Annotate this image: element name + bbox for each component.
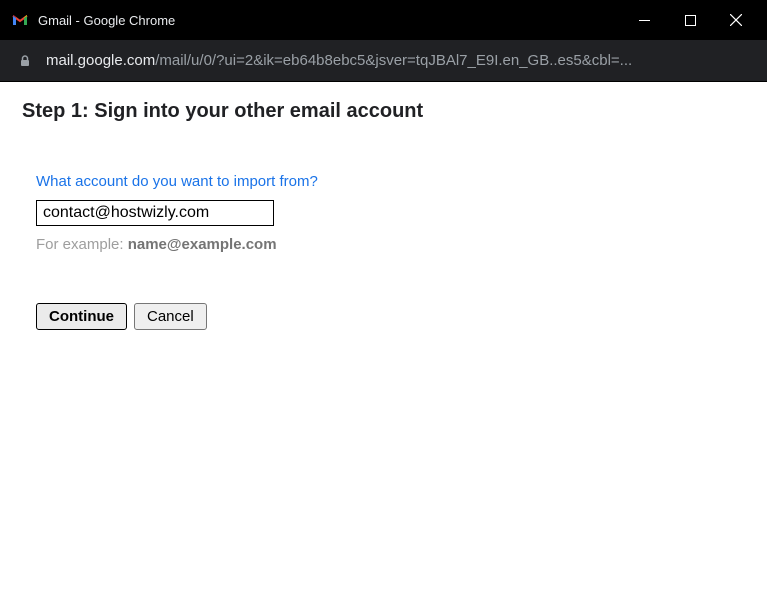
window-titlebar: Gmail - Google Chrome	[0, 0, 767, 40]
cancel-button[interactable]: Cancel	[134, 303, 207, 330]
window-title: Gmail - Google Chrome	[38, 13, 621, 28]
close-button[interactable]	[713, 0, 759, 40]
minimize-button[interactable]	[621, 0, 667, 40]
window-controls	[621, 0, 759, 40]
email-field[interactable]	[36, 200, 274, 226]
page-title: Step 1: Sign into your other email accou…	[22, 100, 745, 123]
gmail-icon	[12, 12, 28, 28]
lock-icon	[18, 54, 32, 68]
url-path: /mail/u/0/?ui=2&ik=eb64b8ebc5&jsver=tqJB…	[155, 52, 632, 69]
button-row: Continue Cancel	[36, 303, 745, 330]
url-host: mail.google.com	[46, 52, 155, 69]
address-bar[interactable]: mail.google.com/mail/u/0/?ui=2&ik=eb64b8…	[0, 40, 767, 82]
import-prompt: What account do you want to import from?	[36, 173, 745, 190]
maximize-button[interactable]	[667, 0, 713, 40]
continue-button[interactable]: Continue	[36, 303, 127, 330]
example-prefix: For example:	[36, 236, 128, 253]
page-content: Step 1: Sign into your other email accou…	[0, 82, 767, 611]
url-text: mail.google.com/mail/u/0/?ui=2&ik=eb64b8…	[46, 52, 632, 69]
example-email: name@example.com	[128, 236, 277, 253]
chrome-window: Gmail - Google Chrome mail.google.com/ma…	[0, 0, 767, 611]
example-text: For example: name@example.com	[36, 236, 745, 253]
